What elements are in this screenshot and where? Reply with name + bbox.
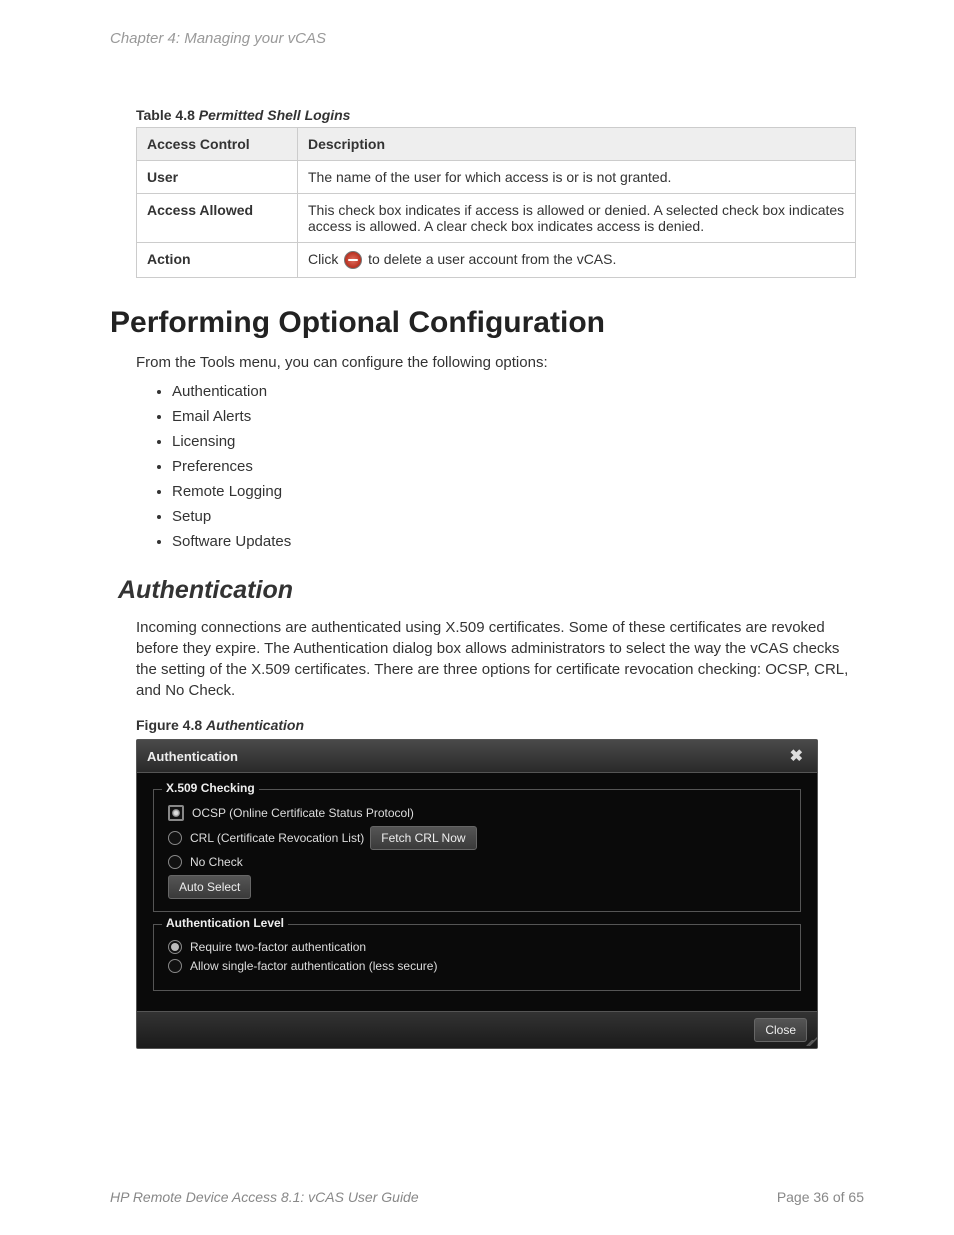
- x509-checking-group: X.509 Checking OCSP (Online Certificate …: [153, 789, 801, 912]
- list-item: Remote Logging: [172, 483, 864, 500]
- radio-ocsp-row[interactable]: OCSP (Online Certificate Status Protocol…: [168, 805, 786, 821]
- list-item: Preferences: [172, 458, 864, 475]
- list-item: Setup: [172, 508, 864, 525]
- radio-ocsp[interactable]: [168, 805, 184, 821]
- intro-paragraph: From the Tools menu, you can configure t…: [136, 352, 864, 373]
- delete-icon: [344, 251, 362, 269]
- figure-caption: Figure 4.8 Authentication: [136, 717, 864, 733]
- radio-singlefactor[interactable]: [168, 959, 182, 973]
- list-item: Email Alerts: [172, 408, 864, 425]
- auto-select-button[interactable]: Auto Select: [168, 875, 251, 899]
- table-caption-prefix: Table 4.8: [136, 107, 199, 123]
- list-item: Authentication: [172, 383, 864, 400]
- x509-legend: X.509 Checking: [162, 781, 259, 795]
- dialog-titlebar[interactable]: Authentication ✖: [137, 740, 817, 773]
- list-item: Licensing: [172, 433, 864, 450]
- radio-twofactor-label: Require two-factor authentication: [190, 940, 366, 954]
- close-button[interactable]: Close: [754, 1018, 807, 1042]
- options-list: Authentication Email Alerts Licensing Pr…: [150, 383, 864, 550]
- radio-nocheck-label: No Check: [190, 855, 243, 869]
- subsection-heading-authentication: Authentication: [118, 576, 864, 605]
- radio-twofactor[interactable]: [168, 940, 182, 954]
- authentication-level-group: Authentication Level Require two-factor …: [153, 924, 801, 991]
- radio-crl-row[interactable]: CRL (Certificate Revocation List) Fetch …: [168, 826, 786, 850]
- footer-doc-title: HP Remote Device Access 8.1: vCAS User G…: [110, 1189, 419, 1205]
- table-row: Action Click to delete a user account fr…: [137, 243, 856, 278]
- radio-nocheck-row[interactable]: No Check: [168, 855, 786, 869]
- dialog-title: Authentication: [147, 749, 238, 764]
- radio-ocsp-label: OCSP (Online Certificate Status Protocol…: [192, 806, 414, 820]
- col-access-control: Access Control: [137, 128, 298, 161]
- row-user-desc: The name of the user for which access is…: [298, 161, 856, 194]
- action-desc-before: Click: [308, 251, 342, 267]
- action-desc-after: to delete a user account from the vCAS.: [364, 251, 616, 267]
- radio-crl[interactable]: [168, 831, 182, 845]
- radio-singlefactor-label: Allow single-factor authentication (less…: [190, 959, 437, 973]
- footer-page-number: Page 36 of 65: [777, 1189, 864, 1205]
- radio-twofactor-row[interactable]: Require two-factor authentication: [168, 940, 786, 954]
- list-item: Software Updates: [172, 533, 864, 550]
- row-action-desc: Click to delete a user account from the …: [298, 243, 856, 278]
- table-caption: Table 4.8 Permitted Shell Logins: [136, 107, 864, 123]
- row-access-allowed-desc: This check box indicates if access is al…: [298, 194, 856, 243]
- col-description: Description: [298, 128, 856, 161]
- authentication-dialog: Authentication ✖ X.509 Checking OCSP (On…: [136, 739, 818, 1049]
- row-access-allowed-head: Access Allowed: [137, 194, 298, 243]
- radio-crl-label: CRL (Certificate Revocation List): [190, 831, 364, 845]
- dialog-footer: Close: [137, 1011, 817, 1048]
- permitted-shell-logins-table: Access Control Description User The name…: [136, 127, 856, 278]
- radio-singlefactor-row[interactable]: Allow single-factor authentication (less…: [168, 959, 786, 973]
- table-row: User The name of the user for which acce…: [137, 161, 856, 194]
- close-icon[interactable]: ✖: [786, 746, 807, 766]
- radio-nocheck[interactable]: [168, 855, 182, 869]
- row-action-head: Action: [137, 243, 298, 278]
- figure-caption-title: Authentication: [206, 717, 304, 733]
- fetch-crl-button[interactable]: Fetch CRL Now: [370, 826, 476, 850]
- resize-grip-icon[interactable]: [803, 1034, 815, 1046]
- page-footer: HP Remote Device Access 8.1: vCAS User G…: [110, 1189, 864, 1205]
- table-caption-title: Permitted Shell Logins: [199, 107, 351, 123]
- section-heading-performing-optional-config: Performing Optional Configuration: [110, 306, 864, 340]
- figure-caption-prefix: Figure 4.8: [136, 717, 206, 733]
- table-row: Access Allowed This check box indicates …: [137, 194, 856, 243]
- authlevel-legend: Authentication Level: [162, 916, 288, 930]
- row-user-head: User: [137, 161, 298, 194]
- authentication-paragraph: Incoming connections are authenticated u…: [136, 617, 864, 701]
- chapter-header: Chapter 4: Managing your vCAS: [110, 30, 864, 47]
